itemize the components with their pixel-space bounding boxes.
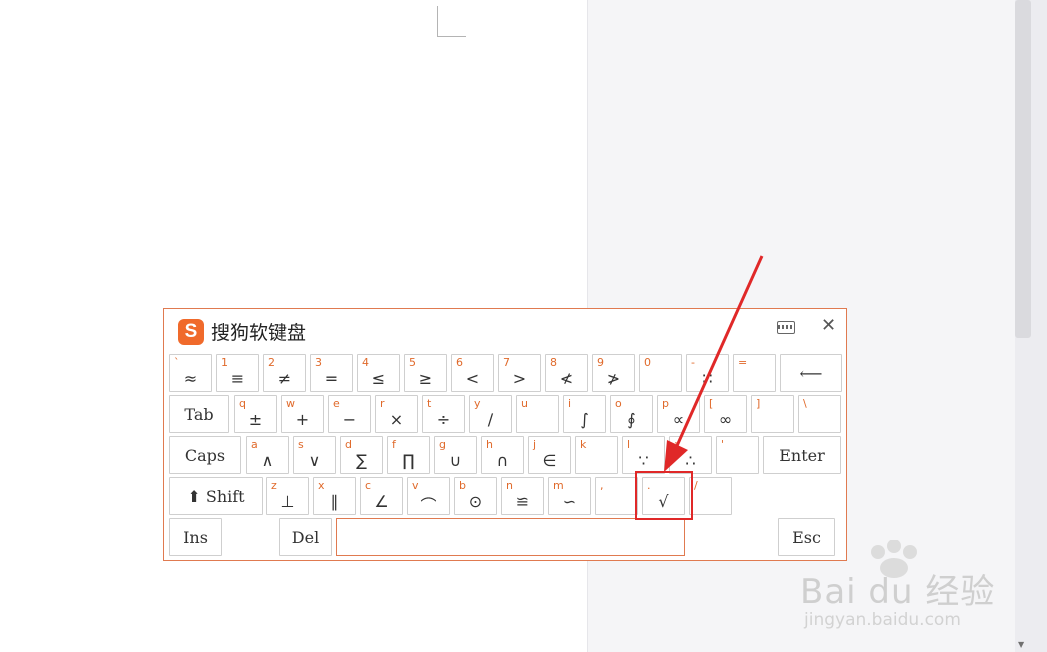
watermark-brand: Bai du 经验	[800, 572, 996, 612]
watermark-url: jingyan.baidu.com	[804, 610, 961, 630]
